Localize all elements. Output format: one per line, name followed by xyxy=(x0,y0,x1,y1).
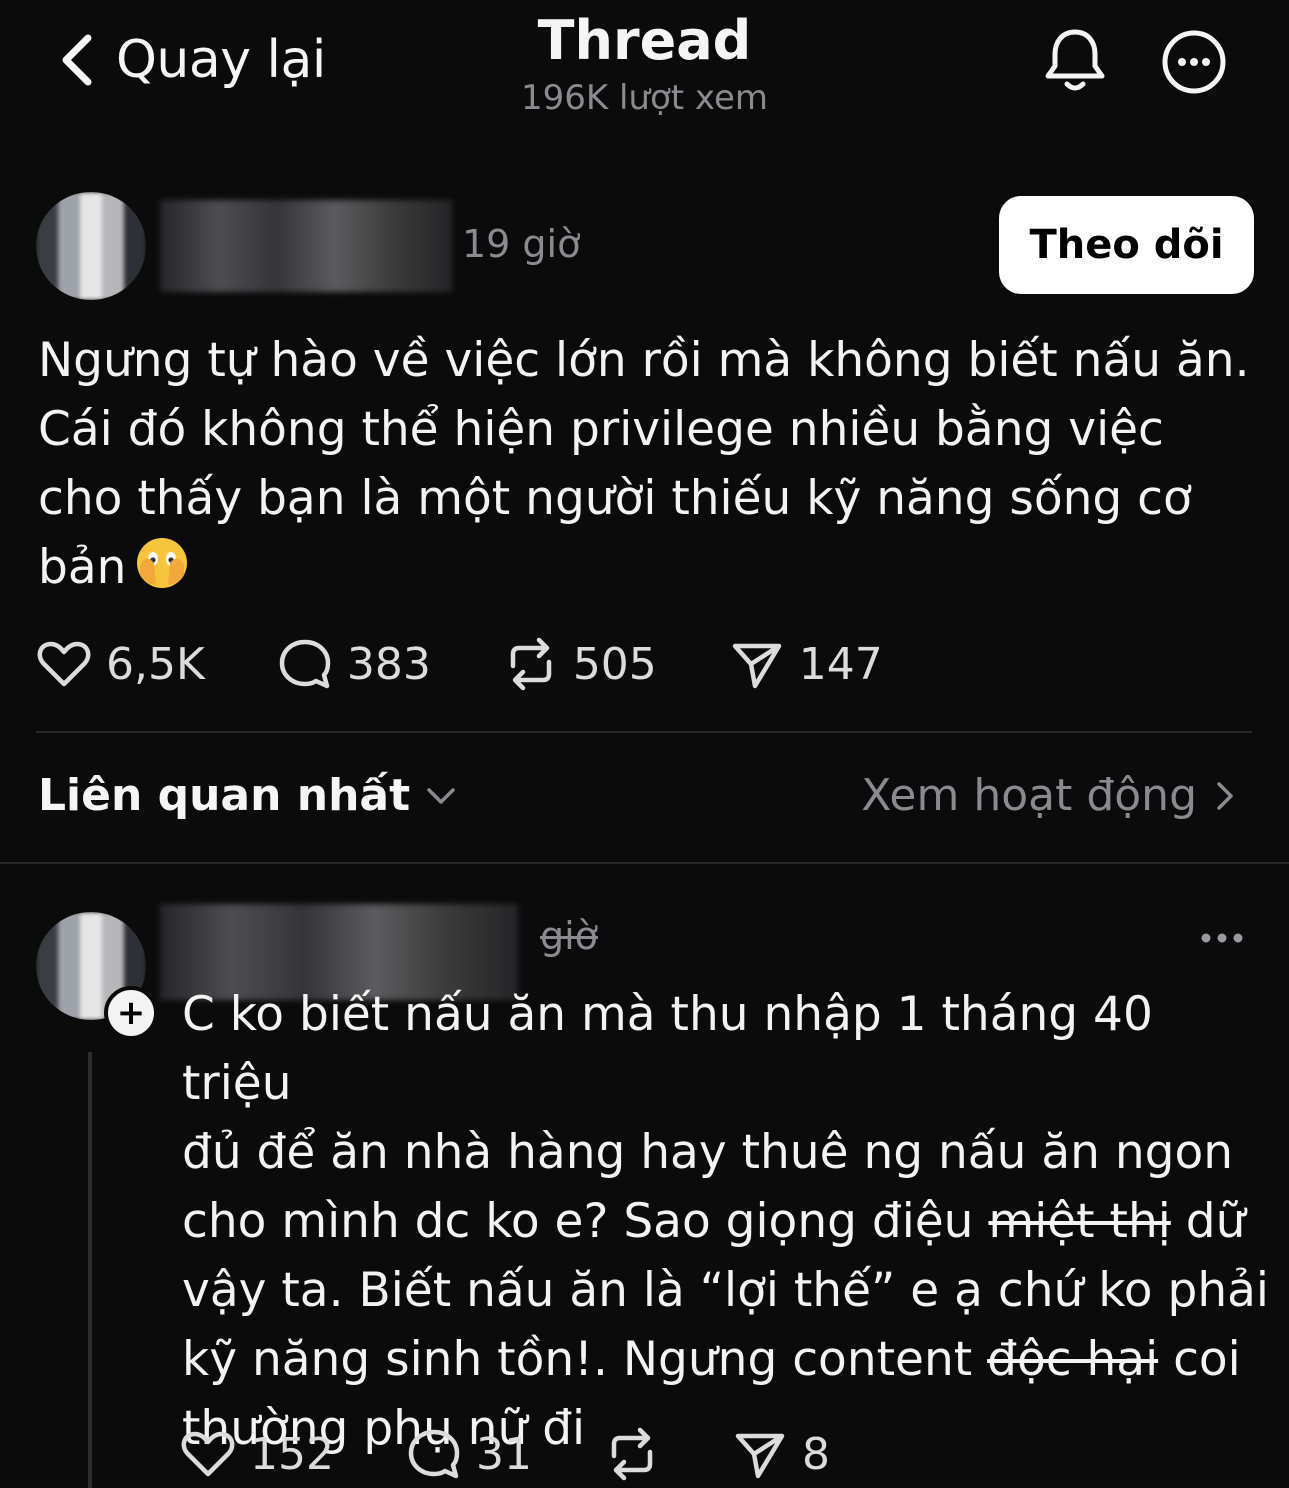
comment-reply-button[interactable]: 31 xyxy=(406,1426,532,1482)
comment-text-fragment: dữ xyxy=(1170,1194,1246,1249)
section-divider xyxy=(0,862,1289,864)
like-button[interactable]: 6,5K xyxy=(36,636,205,692)
comment-like-count: 152 xyxy=(250,1428,334,1480)
comment-count: 383 xyxy=(346,638,431,690)
repost-count: 505 xyxy=(572,638,657,690)
comment-text-line: cho mình dc ko e? Sao giọng điệu miệt th… xyxy=(182,1187,1272,1256)
post-text-line: bản xyxy=(38,533,1258,602)
share-button[interactable]: 147 xyxy=(729,636,883,692)
comment-reply-count: 31 xyxy=(475,1428,532,1480)
heart-icon xyxy=(37,641,91,687)
comment-text-line: đủ để ăn nhà hàng hay thuê ng nấu ăn ngo… xyxy=(182,1125,1234,1180)
view-activity-link[interactable]: Xem hoạt động xyxy=(861,770,1237,821)
activity-label: Xem hoạt động xyxy=(861,770,1197,821)
comment-text-fragment: cho mình dc ko e? Sao giọng điệu xyxy=(182,1194,989,1249)
send-icon xyxy=(732,643,782,689)
bell-icon[interactable] xyxy=(1040,24,1110,96)
comment-text-line: C ko biết nấu ăn mà thu nhập 1 tháng 40 … xyxy=(182,987,1153,1111)
divider xyxy=(36,731,1252,733)
comment-like-button[interactable]: 152 xyxy=(180,1426,334,1482)
sort-dropdown[interactable]: Liên quan nhất xyxy=(38,770,458,821)
sort-label: Liên quan nhất xyxy=(38,770,411,821)
repost-icon xyxy=(611,1427,653,1481)
comment-time: giờ xyxy=(540,914,598,958)
comment-share-count: 8 xyxy=(801,1428,830,1480)
more-circle-icon[interactable] xyxy=(1160,28,1228,96)
comment-icon xyxy=(408,1429,460,1479)
send-icon xyxy=(735,1433,785,1479)
follow-plus-badge[interactable]: + xyxy=(104,986,158,1040)
comment-text-fragment: coi xyxy=(1158,1332,1241,1387)
repost-button[interactable]: 505 xyxy=(503,636,657,692)
follow-button[interactable]: Theo dõi xyxy=(999,196,1254,294)
heart-icon xyxy=(181,1431,235,1477)
comment-share-button[interactable]: 8 xyxy=(732,1426,830,1482)
avatar[interactable] xyxy=(36,192,146,300)
chevron-down-icon xyxy=(427,787,455,804)
comment-text-line: kỹ năng sinh tồn!. Ngưng content độc hại… xyxy=(182,1325,1272,1394)
share-count: 147 xyxy=(798,638,883,690)
post-text-line: Cái đó không thể hiện privilege nhiều bằ… xyxy=(38,402,1164,457)
more-options-icon[interactable] xyxy=(1198,918,1246,958)
thread-connector-line xyxy=(88,1052,92,1488)
like-count: 6,5K xyxy=(106,638,205,690)
face-hand-over-mouth-icon xyxy=(137,538,188,588)
strikethrough-text: độc hại xyxy=(987,1332,1159,1387)
strikethrough-text: miệt thị xyxy=(988,1194,1171,1249)
comment-text: C ko biết nấu ăn mà thu nhập 1 tháng 40 … xyxy=(182,980,1272,1463)
comment-repost-button[interactable] xyxy=(604,1426,660,1482)
post-text: Ngưng tự hào về việc lớn rồi mà không bi… xyxy=(38,326,1258,602)
post-time: 19 giờ xyxy=(462,222,581,266)
post-actions: 6,5K 383 505 147 xyxy=(36,636,883,692)
post-text-line: cho thấy bạn là một người thiếu kỹ năng … xyxy=(38,471,1192,526)
chevron-right-icon xyxy=(1217,781,1233,810)
comment-actions: 152 31 8 xyxy=(180,1426,830,1482)
post-text-last-word: bản xyxy=(38,540,127,595)
comment-button[interactable]: 383 xyxy=(277,636,431,692)
comment-icon xyxy=(279,639,331,689)
comment-text-line: vậy ta. Biết nấu ăn là “lợi thế” e ạ chứ… xyxy=(182,1263,1269,1318)
repost-icon xyxy=(510,637,552,691)
comment-text-fragment: kỹ năng sinh tồn!. Ngưng content xyxy=(182,1332,988,1387)
username-redacted xyxy=(160,200,452,292)
post-text-line: Ngưng tự hào về việc lớn rồi mà không bi… xyxy=(38,333,1250,388)
